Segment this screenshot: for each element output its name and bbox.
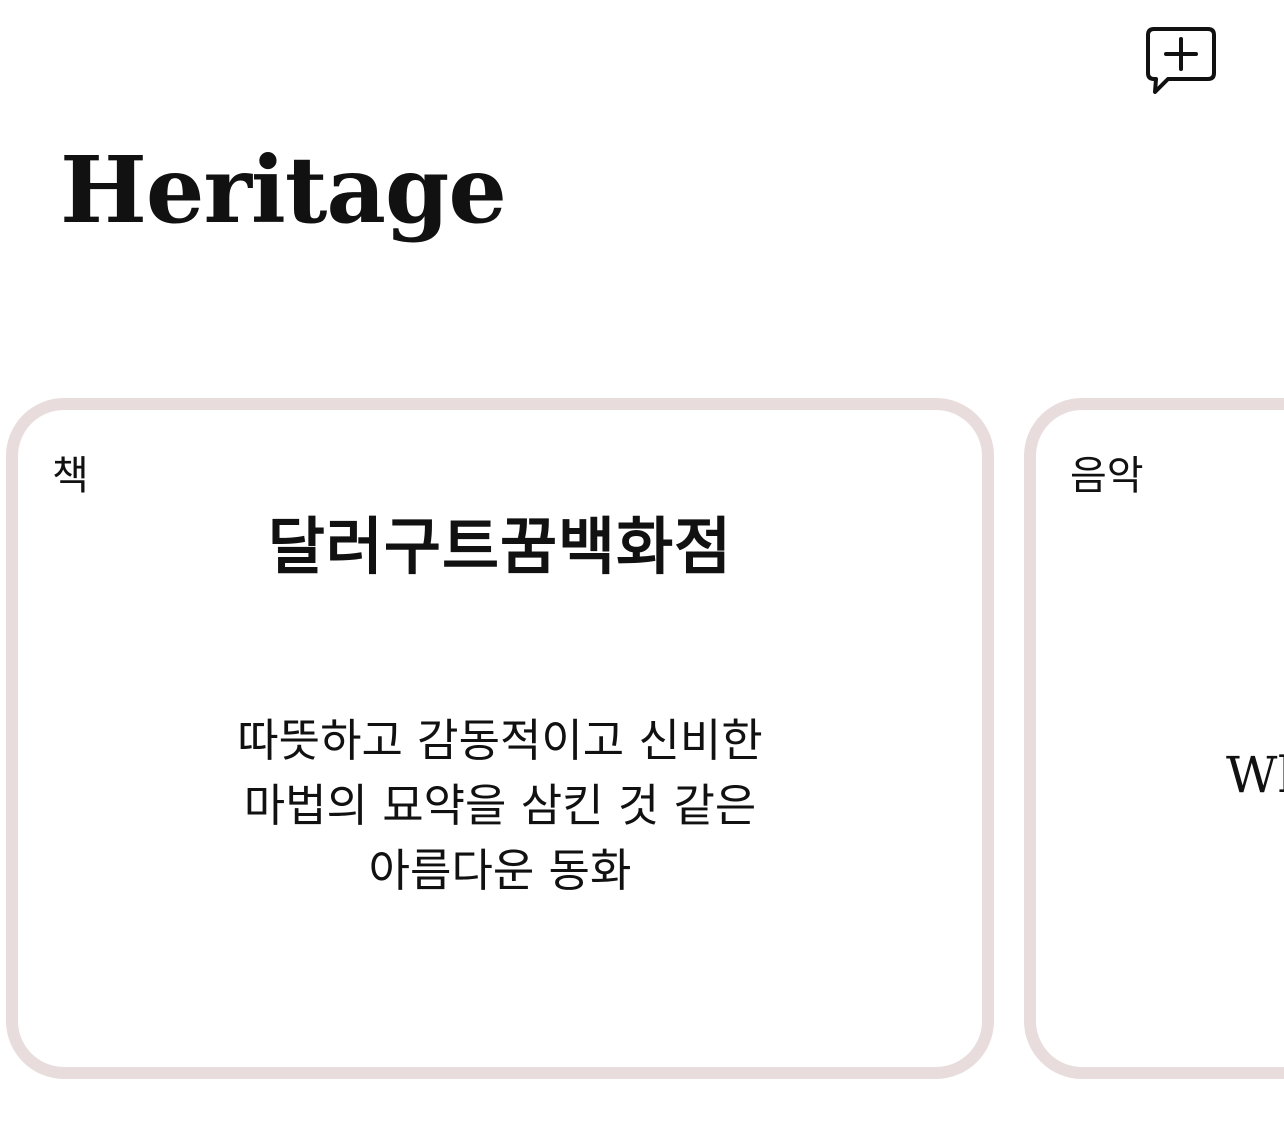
- card-description-line: 따뜻하고 감동적이고 신비한: [237, 714, 763, 767]
- card-music[interactable]: 음악 Wh: [1024, 398, 1284, 1079]
- card-title: 달러구트꿈백화점: [267, 510, 733, 583]
- page: Heritage 책 달러구트꿈백화점 따뜻하고 감동적이고 신비한 마법의 묘…: [0, 0, 1284, 1133]
- card-description: Wh: [1226, 743, 1284, 808]
- card-description-line: 마법의 묘약을 삼킨 것 같은: [243, 779, 757, 832]
- card-book[interactable]: 책 달러구트꿈백화점 따뜻하고 감동적이고 신비한 마법의 묘약을 삼킨 것 같…: [6, 398, 994, 1079]
- page-title: Heritage: [60, 136, 507, 244]
- card-category-label: 음악: [1070, 453, 1144, 499]
- card-description-line: 아름다운 동화: [368, 844, 632, 897]
- card-description-line: Wh: [1226, 746, 1284, 804]
- card-description: 따뜻하고 감동적이고 신비한 마법의 묘약을 삼킨 것 같은 아름다운 동화: [18, 708, 982, 903]
- card-category-label: 책: [52, 453, 89, 499]
- new-comment-button[interactable]: [1140, 24, 1220, 96]
- chat-bubble-plus-icon: [1140, 24, 1220, 96]
